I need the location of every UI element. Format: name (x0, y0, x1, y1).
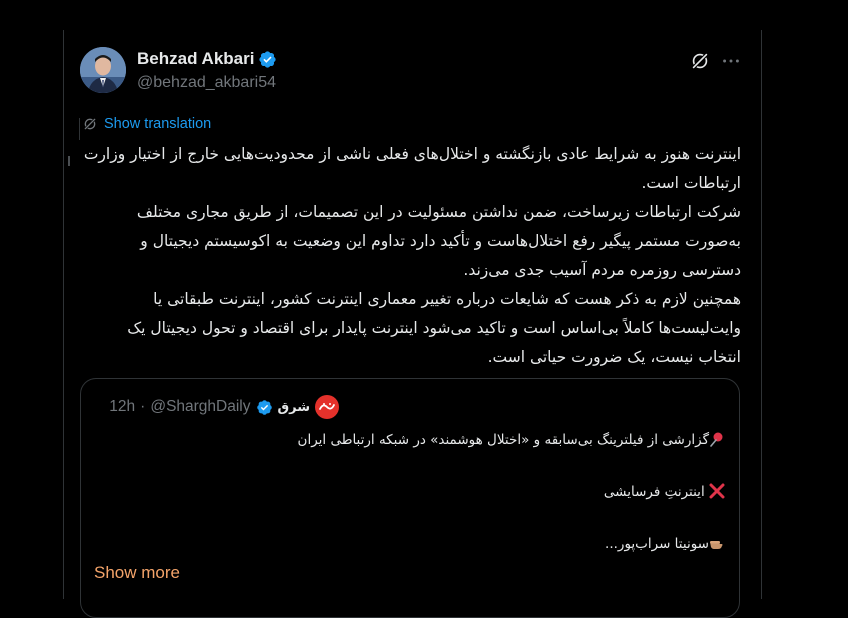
divider-dot (68, 156, 70, 166)
show-translation-label[interactable]: Show translation (104, 116, 211, 132)
quoted-line: گزارشی از فیلترینگ بی‌سابقه و «اختلال هو… (298, 431, 725, 448)
more-options-icon[interactable] (720, 50, 742, 72)
pushpin-icon (710, 432, 723, 447)
author-name[interactable]: Behzad Akbari (137, 49, 254, 69)
verified-badge-icon (259, 50, 277, 68)
quoted-line-text: سونیتا سراب‌پور... (605, 536, 709, 552)
pointing-hand-icon (710, 541, 723, 549)
quoted-line-text: گزارشی از فیلترینگ بی‌سابقه و «اختلال هو… (297, 432, 709, 448)
quoted-line: اینترنتِ فرسایشی (604, 483, 725, 500)
shargh-logo-icon (319, 403, 335, 410)
timeline-border-left (63, 30, 64, 599)
cross-mark-icon (709, 483, 725, 499)
grok-small-icon (83, 117, 97, 131)
quoted-verified-badge-icon (256, 399, 272, 415)
quoted-handle[interactable]: @SharghDaily (150, 398, 250, 416)
quoted-separator: · (140, 398, 146, 415)
timeline-border-right (761, 30, 762, 599)
quoted-tweet[interactable]: 12h · @SharghDaily شرق گزارشی از فیلترین… (80, 378, 740, 618)
avatar[interactable] (80, 47, 126, 93)
show-translation-link[interactable]: Show translation (82, 116, 211, 132)
quoted-line: سونیتا سراب‌پور... (605, 535, 725, 552)
quoted-name[interactable]: شرق (278, 400, 311, 415)
tweet-text: اینترنت هنوز به شرایط عادی بازنگشته و اخ… (80, 140, 741, 372)
show-more-link[interactable]: Show more (94, 563, 180, 583)
tweet-paragraph: اینترنت هنوز به شرایط عادی بازنگشته و اخ… (83, 145, 741, 192)
quoted-tweet-header: 12h · @SharghDaily شرق (109, 395, 339, 419)
quoted-avatar[interactable] (315, 395, 339, 419)
quoted-time: 12h (109, 398, 136, 415)
quoted-line-text: اینترنتِ فرسایشی (603, 484, 705, 500)
tweet-paragraph: همچنین لازم به ذکر هست که شایعات درباره … (127, 290, 741, 366)
author-name-row[interactable]: Behzad Akbari (137, 49, 277, 69)
grok-icon[interactable] (689, 50, 711, 72)
more-icon (723, 59, 739, 63)
author-handle[interactable]: @behzad_akbari54 (137, 74, 276, 92)
tweet-paragraph: شرکت ارتباطات زیرساخت، ضمن نداشتن مسئولی… (136, 203, 741, 279)
divider-stub (79, 118, 80, 140)
grok-icon-glyph (691, 52, 709, 70)
avatar-photo (80, 47, 126, 93)
